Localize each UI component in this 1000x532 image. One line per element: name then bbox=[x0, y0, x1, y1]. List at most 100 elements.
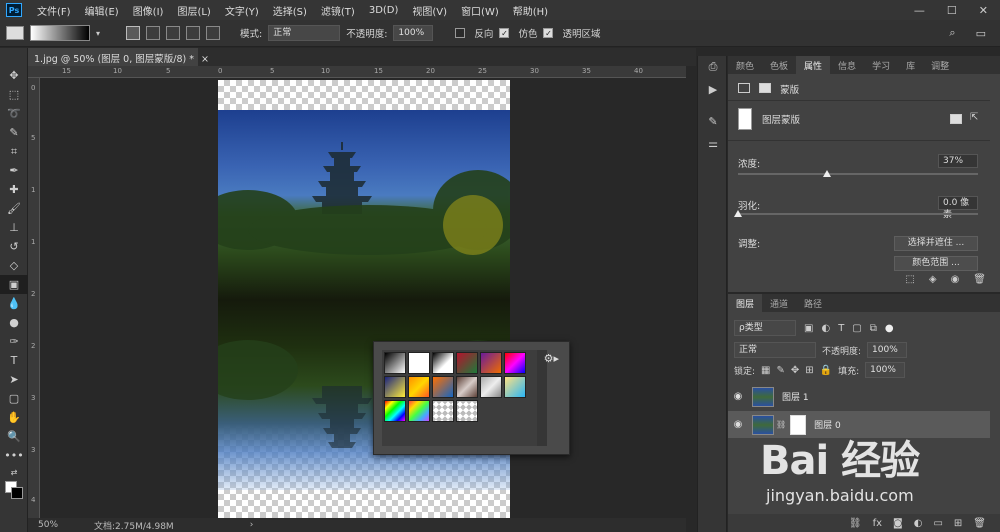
tab-adjustments[interactable]: 调整 bbox=[923, 56, 957, 74]
gradient-swatch[interactable] bbox=[456, 376, 478, 398]
brush-panel-icon[interactable]: ✎ bbox=[698, 110, 728, 132]
gradient-swatch[interactable] bbox=[384, 400, 406, 422]
delete-mask-icon[interactable]: 🗑 bbox=[973, 274, 986, 290]
eraser-tool-icon[interactable]: ◇ bbox=[0, 256, 28, 275]
adjustment-sliders-icon[interactable]: ⚌ bbox=[698, 132, 728, 154]
tab-color[interactable]: 颜色 bbox=[728, 56, 762, 74]
gradient-swatch[interactable] bbox=[384, 376, 406, 398]
zoom-level[interactable]: 50% bbox=[38, 520, 58, 530]
gradient-swatch[interactable] bbox=[408, 376, 430, 398]
dodge-tool-icon[interactable]: ● bbox=[0, 313, 28, 332]
menu-file[interactable]: 文件(F) bbox=[30, 3, 78, 18]
apply-mask-footer-icon[interactable]: ◈ bbox=[929, 274, 937, 290]
load-selection-icon[interactable]: ⬚ bbox=[905, 274, 914, 290]
filter-toggle-icon[interactable]: ● bbox=[885, 323, 894, 334]
diamond-gradient-button[interactable] bbox=[206, 26, 221, 40]
lasso-tool-icon[interactable]: ➰ bbox=[0, 104, 28, 123]
brush-tool-icon[interactable]: 🖌 bbox=[0, 199, 28, 218]
eyedropper-tool-icon[interactable]: ✒ bbox=[0, 161, 28, 180]
lock-pixels-icon[interactable]: ✎ bbox=[777, 365, 785, 376]
tab-properties[interactable]: 属性 bbox=[796, 56, 831, 74]
pen-tool-icon[interactable]: ✑ bbox=[0, 332, 28, 351]
tab-layers[interactable]: 图层 bbox=[728, 294, 763, 312]
close-window-button[interactable]: ✕ bbox=[979, 4, 988, 17]
shape-tool-icon[interactable]: ▢ bbox=[0, 389, 28, 408]
tool-preset-icon[interactable] bbox=[6, 26, 24, 40]
disable-mask-eye-icon[interactable]: ◉ bbox=[951, 274, 960, 290]
density-input[interactable]: 37% bbox=[938, 154, 978, 168]
fill-input[interactable]: 100% bbox=[865, 362, 906, 378]
density-slider-track[interactable] bbox=[738, 173, 978, 175]
lock-position-icon[interactable]: ✥ bbox=[791, 365, 799, 376]
menu-window[interactable]: 窗口(W) bbox=[454, 3, 506, 18]
feather-input[interactable]: 0.0 像素 bbox=[938, 196, 978, 220]
gradient-swatch[interactable] bbox=[480, 376, 502, 398]
move-tool-icon[interactable]: ✥ bbox=[0, 66, 28, 85]
transparency-checkbox[interactable]: ✓ bbox=[543, 28, 554, 38]
minimize-button[interactable]: — bbox=[914, 4, 925, 17]
clone-stamp-tool-icon[interactable]: ⊥ bbox=[0, 218, 28, 237]
select-and-mask-button[interactable]: 选择并遮住 ... bbox=[894, 236, 978, 251]
path-select-tool-icon[interactable]: ➤ bbox=[0, 370, 28, 389]
history-panel-icon[interactable]: ⎙ bbox=[698, 56, 728, 78]
gradient-swatch[interactable] bbox=[384, 352, 406, 374]
reflected-gradient-button[interactable] bbox=[186, 26, 201, 40]
menu-view[interactable]: 视图(V) bbox=[405, 3, 454, 18]
tab-learn[interactable]: 学习 bbox=[864, 56, 898, 74]
visibility-eye-icon[interactable]: ◉ bbox=[728, 419, 748, 430]
layer-name[interactable]: 图层 1 bbox=[782, 390, 809, 403]
apply-mask-icon[interactable]: ⇱ bbox=[970, 112, 978, 123]
dither-checkbox[interactable]: ✓ bbox=[499, 28, 510, 38]
search-icon[interactable]: ⌕ bbox=[949, 26, 955, 40]
status-menu-arrow-icon[interactable]: › bbox=[250, 520, 254, 530]
tab-swatches[interactable]: 色板 bbox=[762, 56, 796, 74]
crop-tool-icon[interactable]: ⌗ bbox=[0, 142, 28, 161]
gradient-swatch[interactable] bbox=[456, 400, 478, 422]
linear-gradient-button[interactable] bbox=[126, 26, 141, 40]
menu-filter[interactable]: 滤镜(T) bbox=[314, 3, 362, 18]
layer-filter-select[interactable]: ρ类型 bbox=[734, 320, 796, 336]
density-slider-thumb[interactable] bbox=[822, 170, 831, 177]
gradient-settings-gear-icon[interactable]: ⚙▸ bbox=[544, 352, 559, 365]
layer-opacity-input[interactable]: 100% bbox=[867, 342, 908, 358]
swap-colors-icon[interactable]: ⇄ bbox=[0, 465, 28, 479]
menu-3d[interactable]: 3D(D) bbox=[362, 5, 406, 16]
gradient-preview[interactable] bbox=[30, 25, 90, 41]
menu-select[interactable]: 选择(S) bbox=[266, 3, 314, 18]
type-tool-icon[interactable]: T bbox=[0, 351, 28, 370]
menu-image[interactable]: 图像(I) bbox=[126, 3, 171, 18]
lock-transparent-icon[interactable]: ▦ bbox=[761, 365, 770, 376]
layer-row[interactable]: ◉ 图层 1 bbox=[728, 383, 990, 410]
mode-select[interactable]: 正常 bbox=[268, 25, 341, 41]
blend-mode-select[interactable]: 正常 bbox=[734, 342, 816, 358]
blur-tool-icon[interactable]: 💧 bbox=[0, 294, 28, 313]
gradient-swatch[interactable] bbox=[408, 400, 430, 422]
document-tab-close-icon[interactable]: × bbox=[201, 54, 209, 65]
menu-help[interactable]: 帮助(H) bbox=[506, 3, 555, 18]
healing-brush-tool-icon[interactable]: ✚ bbox=[0, 180, 28, 199]
angle-gradient-button[interactable] bbox=[166, 26, 181, 40]
menu-layer[interactable]: 图层(L) bbox=[170, 3, 217, 18]
lock-artboard-icon[interactable]: ⊞ bbox=[805, 365, 813, 376]
radial-gradient-button[interactable] bbox=[146, 26, 161, 40]
maximize-button[interactable]: ☐ bbox=[947, 4, 957, 17]
filter-smart-object-icon[interactable]: ⧉ bbox=[870, 323, 877, 334]
feather-slider-track[interactable] bbox=[738, 213, 978, 215]
menu-type[interactable]: 文字(Y) bbox=[218, 3, 266, 18]
visibility-eye-icon[interactable]: ◉ bbox=[728, 391, 748, 402]
filter-adjustment-icon[interactable]: ◐ bbox=[821, 323, 830, 334]
gradient-swatch[interactable] bbox=[504, 352, 526, 374]
reverse-checkbox[interactable] bbox=[455, 28, 466, 38]
menu-edit[interactable]: 编辑(E) bbox=[78, 3, 126, 18]
color-range-button[interactable]: 颜色范围 ... bbox=[894, 256, 978, 271]
gradient-swatch[interactable] bbox=[408, 352, 430, 374]
gradient-swatch[interactable] bbox=[432, 352, 454, 374]
lock-all-icon[interactable]: 🔒 bbox=[820, 365, 832, 376]
quick-select-tool-icon[interactable]: ✎ bbox=[0, 123, 28, 142]
more-tools-icon[interactable]: ••• bbox=[0, 446, 28, 465]
tab-libraries[interactable]: 库 bbox=[898, 56, 923, 74]
select-mask-icon[interactable] bbox=[950, 114, 962, 124]
hand-tool-icon[interactable]: ✋ bbox=[0, 408, 28, 427]
gradient-swatch[interactable] bbox=[456, 352, 478, 374]
actions-play-icon[interactable]: ▶ bbox=[698, 78, 728, 100]
